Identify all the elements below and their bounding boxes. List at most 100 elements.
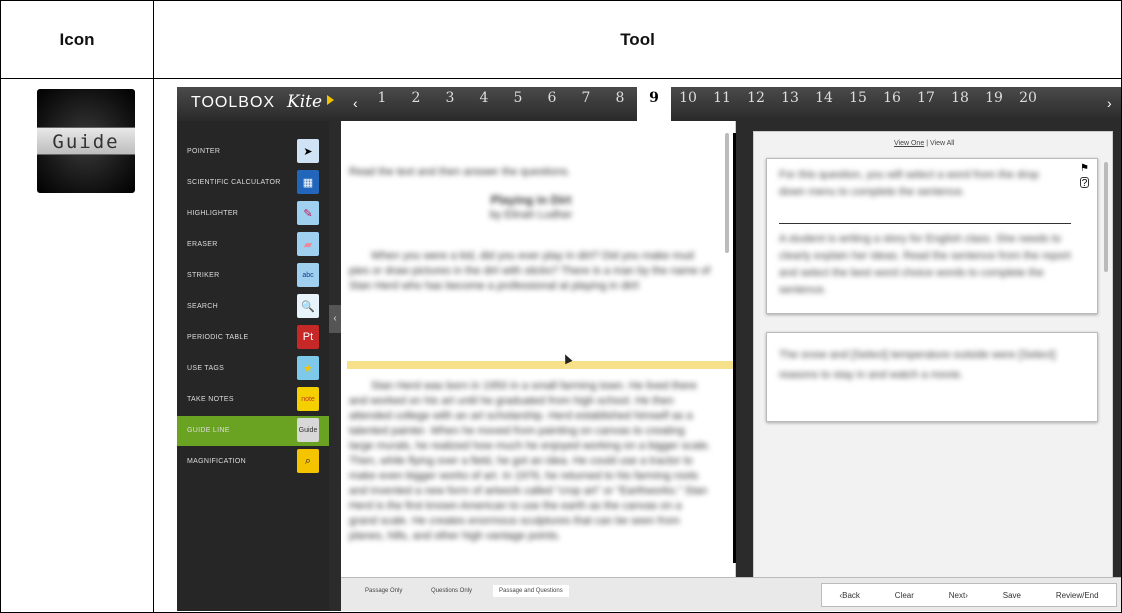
star-icon: ★ <box>297 356 319 380</box>
question-tab-2[interactable]: 2 <box>399 87 433 121</box>
question-tab-13[interactable]: 13 <box>773 87 807 121</box>
collapse-sidebar-button[interactable]: ‹ <box>329 305 341 333</box>
header-tool: Tool <box>620 29 655 49</box>
guide-line[interactable] <box>347 361 733 369</box>
guide-icon: Guide <box>37 89 135 193</box>
tool-eraser[interactable]: ERASER ▰ <box>177 230 329 260</box>
tool-label: POINTER <box>187 148 221 155</box>
question-tab-7[interactable]: 7 <box>569 87 603 121</box>
tool-magnification[interactable]: MAGNIFICATION ⌕ <box>177 447 329 477</box>
passage-byline: by Elinah Ludher <box>489 209 573 221</box>
passage-title: Playing in Dirt <box>490 193 572 207</box>
view-toggle: View One | View All <box>894 140 954 147</box>
next-question-arrow[interactable]: › <box>1107 95 1112 111</box>
question-tab-14[interactable]: 14 <box>807 87 841 121</box>
question-tab-16[interactable]: 16 <box>875 87 909 121</box>
question-tab-10[interactable]: 10 <box>671 87 705 121</box>
eraser-icon: ▰ <box>297 232 319 256</box>
magnify-icon: ⌕ <box>297 449 319 473</box>
review-end-button[interactable]: Review/End <box>1056 591 1099 600</box>
question-body: A student is writing a story for English… <box>779 233 1071 296</box>
prev-question-arrow[interactable]: ‹ <box>353 95 358 111</box>
question-tab-5[interactable]: 5 <box>501 87 535 121</box>
tool-scientific-calculator[interactable]: SCIENTIFIC CALCULATOR ▦ <box>177 168 329 198</box>
tool-label: GUIDE LINE <box>187 427 230 434</box>
passage-pane: Read the text and then answer the questi… <box>341 121 736 577</box>
tools-table: Icon Tool Guide TOOLBOX Kite ‹ 123456789… <box>0 0 1122 613</box>
calculator-icon: ▦ <box>297 170 319 194</box>
answer-sentence[interactable]: The snow and [Select] temperature outsid… <box>779 345 1079 385</box>
periodic-table-icon: Pt <box>297 325 319 349</box>
pane-divider[interactable] <box>733 133 736 563</box>
back-button[interactable]: ‹Back <box>839 591 859 600</box>
question-card: ⚑ ? For this question, you will select a… <box>766 158 1098 314</box>
view-tab-passage-only[interactable]: Passage Only <box>365 588 402 594</box>
question-tab-20[interactable]: 20 <box>1011 87 1045 121</box>
tool-label: HIGHLIGHTER <box>187 210 239 217</box>
help-icon[interactable]: ? <box>1080 177 1089 189</box>
question-divider <box>779 223 1071 224</box>
tool-label: USE TAGS <box>187 365 225 372</box>
clear-button[interactable]: Clear <box>895 591 914 600</box>
view-tab-passage-and-questions[interactable]: Passage and Questions <box>493 585 569 597</box>
highlighter-icon: ✎ <box>297 201 319 225</box>
tool-striker[interactable]: STRIKER abc <box>177 261 329 291</box>
save-button[interactable]: Save <box>1003 591 1021 600</box>
flag-icon[interactable]: ⚑ <box>1080 163 1089 174</box>
guide-icon-label: Guide <box>37 127 135 155</box>
view-one-link[interactable]: View One <box>894 140 924 147</box>
passage-instruction: Read the text and then answer the questi… <box>349 166 571 178</box>
question-tab-6[interactable]: 6 <box>535 87 569 121</box>
tool-take-notes[interactable]: TAKE NOTES note <box>177 385 329 415</box>
tool-periodic-table[interactable]: PERIODIC TABLE Pt <box>177 323 329 353</box>
view-all-link[interactable]: View All <box>930 140 954 147</box>
passage-scrollbar[interactable] <box>725 133 729 253</box>
view-tab-questions-only[interactable]: Questions Only <box>431 588 472 594</box>
question-tab-8[interactable]: 8 <box>603 87 637 121</box>
tool-label: MAGNIFICATION <box>187 458 246 465</box>
answer-card: The snow and [Select] temperature outsid… <box>766 332 1098 422</box>
tool-label: SCIENTIFIC CALCULATOR <box>187 179 281 186</box>
pointer-icon: ➤ <box>297 139 319 163</box>
toolbox-sidebar: POINTER ➤ SCIENTIFIC CALCULATOR ▦ HIGHLIGHTE… <box>177 121 329 611</box>
note-icon: note <box>297 387 319 411</box>
toolbox-title: TOOLBOX <box>191 94 276 111</box>
passage-paragraph-2: Stan Herd was born in 1950 in a small fa… <box>349 380 711 542</box>
tool-label: PERIODIC TABLE <box>187 334 249 341</box>
question-tab-15[interactable]: 15 <box>841 87 875 121</box>
next-button[interactable]: Next› <box>949 591 968 600</box>
question-scrollbar[interactable] <box>1104 162 1108 272</box>
tool-search[interactable]: SEARCH 🔍 <box>177 292 329 322</box>
question-tab-18[interactable]: 18 <box>943 87 977 121</box>
question-tab-12[interactable]: 12 <box>739 87 773 121</box>
kite-logo: Kite <box>287 92 335 112</box>
tool-label: ERASER <box>187 241 218 248</box>
question-tab-9[interactable]: 9 <box>637 87 671 121</box>
question-tab-19[interactable]: 19 <box>977 87 1011 121</box>
bottom-bar: Passage Only Questions Only Passage and Qu… <box>341 577 1121 611</box>
tool-label: TAKE NOTES <box>187 396 234 403</box>
tool-guide-line[interactable]: GUIDE LINE Guide <box>177 416 329 446</box>
question-tab-11[interactable]: 11 <box>705 87 739 121</box>
question-tab-3[interactable]: 3 <box>433 87 467 121</box>
question-tab-4[interactable]: 4 <box>467 87 501 121</box>
question-pane: View One | View All ⚑ ? For this questio… <box>753 131 1113 581</box>
kite-app-screenshot: TOOLBOX Kite ‹ 1 2 3 4 5 6 7 8 9 10 11 12 13 14 15 16 17… <box>177 87 1121 611</box>
question-intro: For this question, you will select a wor… <box>779 169 1039 198</box>
top-toolbar: TOOLBOX Kite ‹ 1 2 3 4 5 6 7 8 9 10 11 12 13 14 15 16 17… <box>177 87 1121 121</box>
question-tab-1[interactable]: 1 <box>365 87 399 121</box>
tool-use-tags[interactable]: USE TAGS ★ <box>177 354 329 384</box>
tool-pointer[interactable]: POINTER ➤ <box>177 137 329 167</box>
tool-label: STRIKER <box>187 272 220 279</box>
view-separator: | <box>926 140 929 147</box>
tool-label: SEARCH <box>187 303 218 310</box>
striker-icon: abc <box>297 263 319 287</box>
question-tab-17[interactable]: 17 <box>909 87 943 121</box>
header-icon: Icon <box>59 29 95 49</box>
table-header-row: Icon Tool <box>1 1 1121 79</box>
tool-highlighter[interactable]: HIGHLIGHTER ✎ <box>177 199 329 229</box>
passage-paragraph-1: When you were a kid, did you ever play i… <box>349 250 711 292</box>
guide-icon: Guide <box>297 418 319 442</box>
search-icon: 🔍 <box>297 294 319 318</box>
column-divider <box>153 1 154 612</box>
